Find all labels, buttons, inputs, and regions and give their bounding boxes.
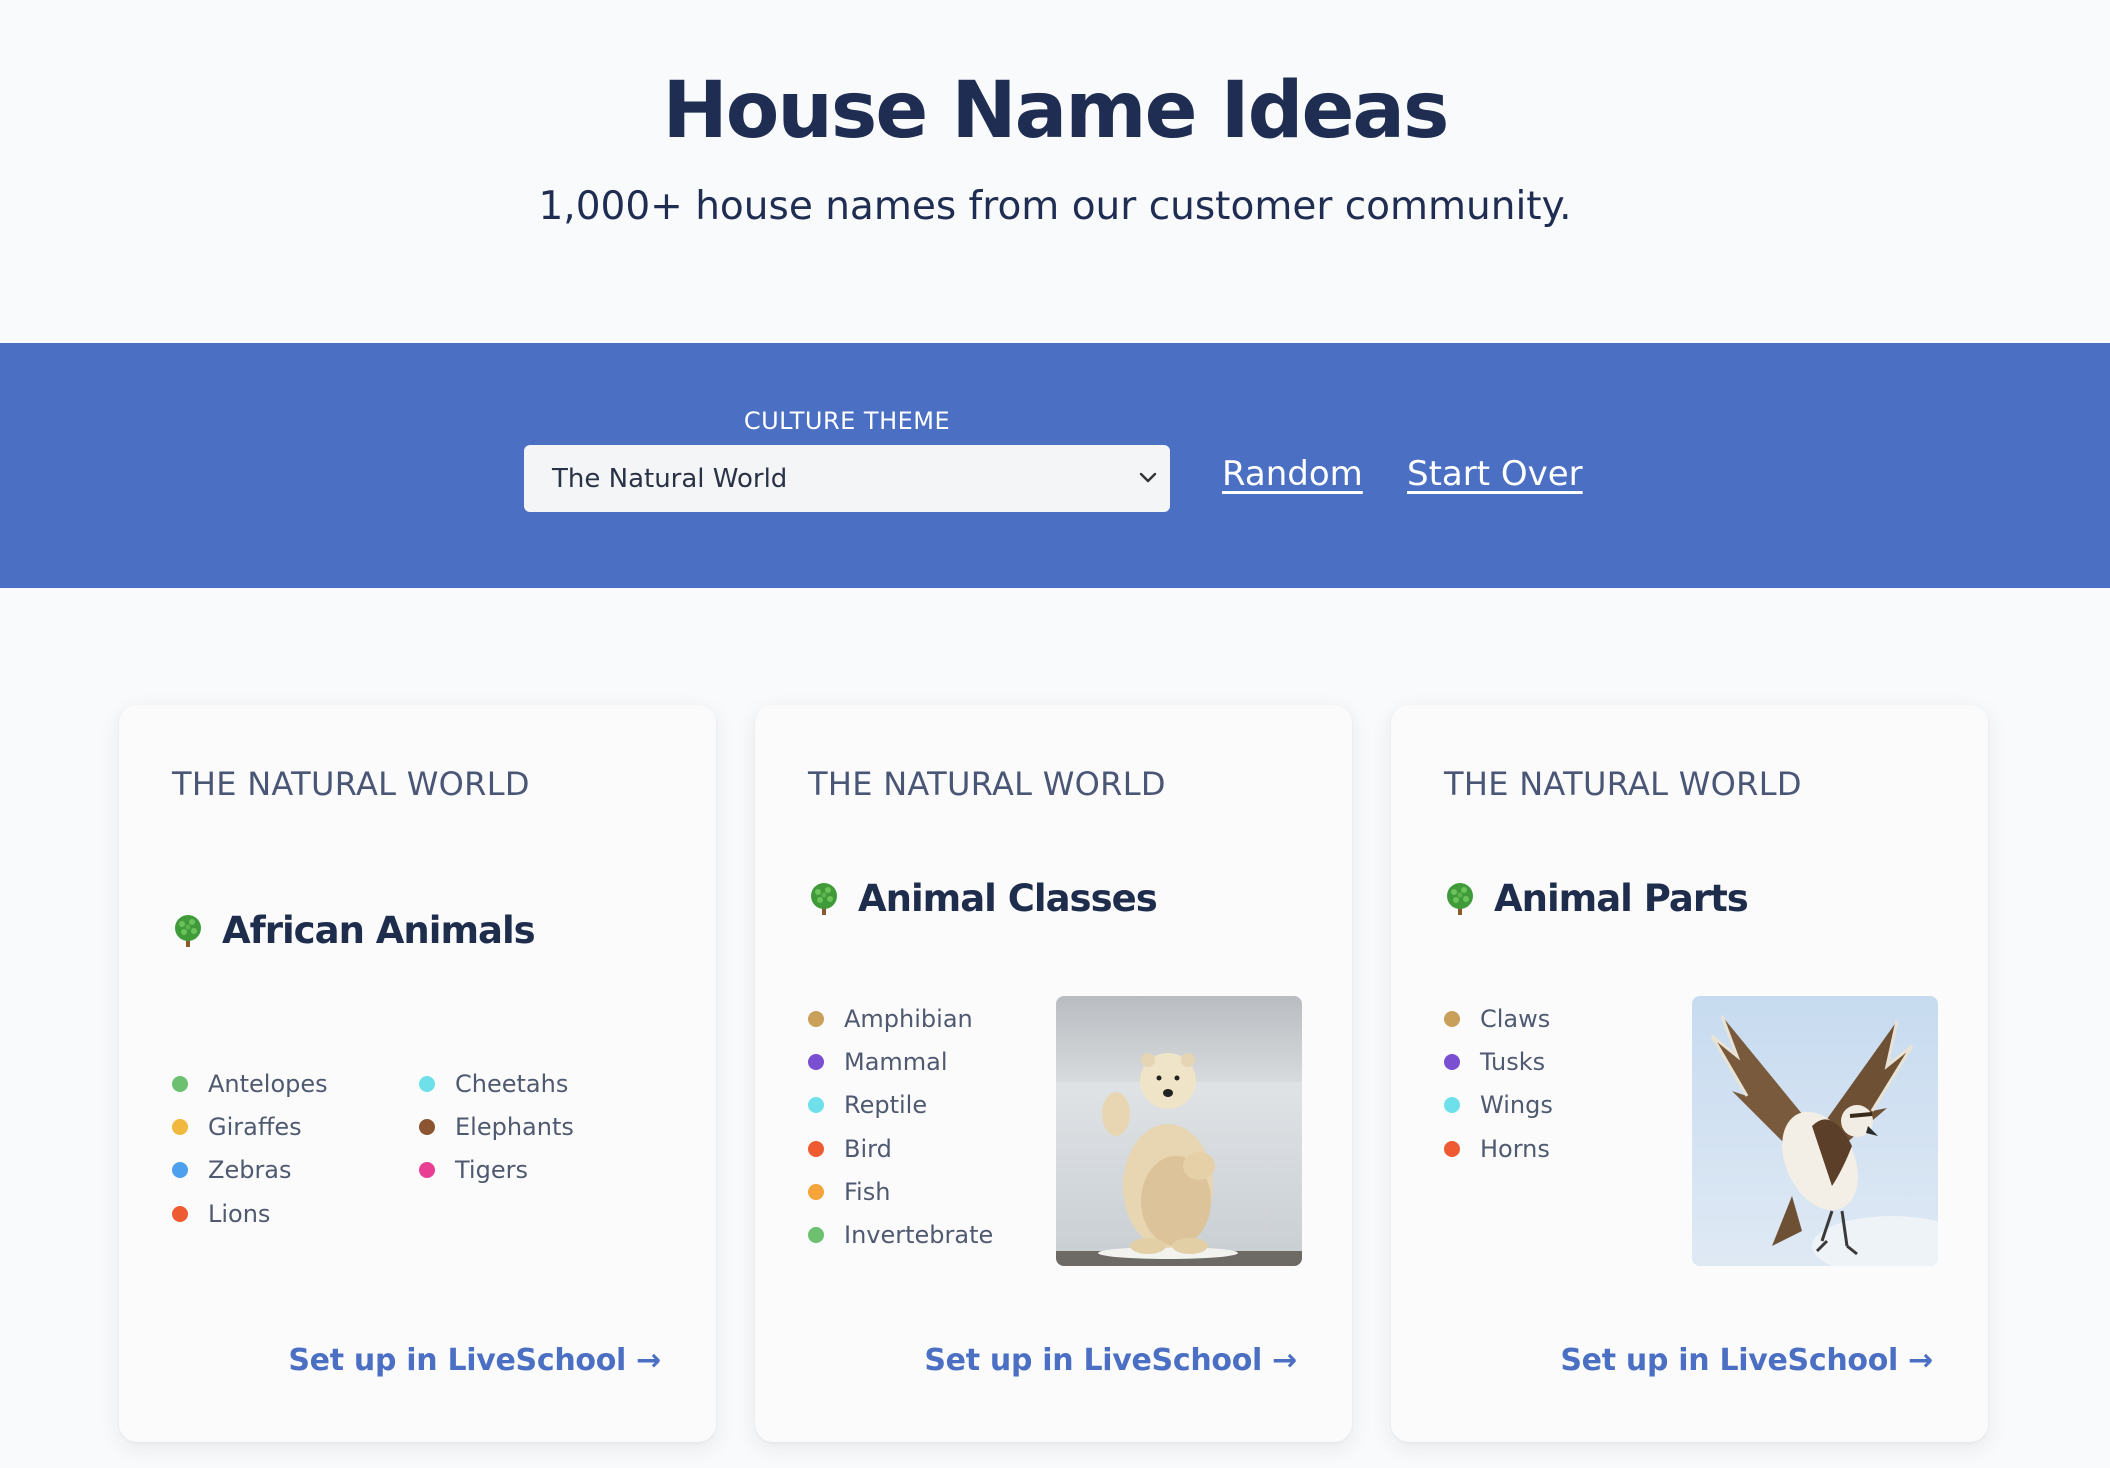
list-item: Lions — [172, 1192, 412, 1235]
house-card-african-animals[interactable]: THE NATURAL WORLD African Animals Antelo… — [119, 705, 716, 1442]
list-item: Giraffes — [172, 1105, 412, 1148]
list-item: Elephants — [419, 1105, 659, 1148]
card-title-text: Animal Parts — [1494, 877, 1749, 920]
tree-icon — [175, 914, 201, 947]
color-dot — [419, 1162, 435, 1179]
list-item: Tigers — [419, 1149, 659, 1192]
list-item: Fish — [808, 1170, 1048, 1213]
filter-bar: CULTURE THEME The Natural World Random S… — [0, 343, 2110, 588]
start-over-link[interactable]: Start Over — [1407, 454, 1583, 494]
list-item: Antelopes — [172, 1062, 412, 1105]
list-item: Wings — [1444, 1084, 1684, 1127]
chevron-down-icon — [1139, 472, 1157, 483]
house-card-animal-classes[interactable]: THE NATURAL WORLD Animal Classes Amphibi… — [755, 705, 1352, 1442]
osprey-photo — [1692, 996, 1938, 1266]
list-item: Bird — [808, 1127, 1048, 1170]
culture-theme-select[interactable]: The Natural World — [524, 445, 1170, 512]
list-item: Claws — [1444, 997, 1684, 1040]
card-title-text: African Animals — [222, 909, 536, 952]
color-dot — [419, 1075, 435, 1092]
page-title: House Name Ideas — [662, 66, 1450, 156]
house-list: Antelopes Giraffes Zebras Lions — [172, 1062, 412, 1235]
color-dot — [808, 1010, 824, 1027]
culture-theme-selected-value: The Natural World — [552, 463, 788, 494]
setup-liveschool-link[interactable]: Set up in LiveSchool → — [924, 1343, 1297, 1378]
color-dot — [172, 1162, 188, 1179]
setup-liveschool-link[interactable]: Set up in LiveSchool → — [1560, 1343, 1933, 1378]
color-dot — [1444, 1010, 1460, 1027]
color-dot — [808, 1183, 824, 1200]
tree-icon — [811, 882, 837, 915]
house-list: Cheetahs Elephants Tigers — [419, 1062, 659, 1192]
list-item: Reptile — [808, 1084, 1048, 1127]
house-list: Claws Tusks Wings Horns — [1444, 997, 1684, 1170]
culture-theme-label: CULTURE THEME — [743, 407, 951, 435]
list-item: Tusks — [1444, 1040, 1684, 1083]
house-list: Amphibian Mammal Reptile Bird Fish Inver… — [808, 997, 1048, 1257]
random-link[interactable]: Random — [1222, 454, 1363, 494]
color-dot — [808, 1140, 824, 1157]
card-title: African Animals — [172, 909, 536, 952]
house-card-animal-parts[interactable]: THE NATURAL WORLD Animal Parts Claws Tus… — [1391, 705, 1988, 1442]
list-item: Zebras — [172, 1149, 412, 1192]
list-item: Amphibian — [808, 997, 1048, 1040]
card-title: Animal Parts — [1444, 877, 1749, 920]
color-dot — [808, 1053, 824, 1070]
list-item: Mammal — [808, 1040, 1048, 1083]
color-dot — [172, 1118, 188, 1135]
color-dot — [1444, 1097, 1460, 1114]
tree-icon — [1447, 882, 1473, 915]
card-title: Animal Classes — [808, 877, 1158, 920]
color-dot — [1444, 1140, 1460, 1157]
color-dot — [1444, 1053, 1460, 1070]
list-item: Horns — [1444, 1127, 1684, 1170]
list-item: Invertebrate — [808, 1213, 1048, 1256]
color-dot — [419, 1118, 435, 1135]
color-dot — [808, 1097, 824, 1114]
list-item: Cheetahs — [419, 1062, 659, 1105]
card-category: THE NATURAL WORLD — [1444, 765, 1802, 803]
polar-bear-photo — [1056, 996, 1302, 1266]
card-category: THE NATURAL WORLD — [172, 765, 530, 803]
card-category: THE NATURAL WORLD — [808, 765, 1166, 803]
card-title-text: Animal Classes — [858, 877, 1158, 920]
page-subtitle: 1,000+ house names from our customer com… — [538, 184, 1572, 229]
page-header: House Name Ideas 1,000+ house names from… — [0, 0, 2110, 343]
setup-liveschool-link[interactable]: Set up in LiveSchool → — [288, 1343, 661, 1378]
color-dot — [172, 1075, 188, 1092]
color-dot — [808, 1227, 824, 1244]
color-dot — [172, 1205, 188, 1222]
